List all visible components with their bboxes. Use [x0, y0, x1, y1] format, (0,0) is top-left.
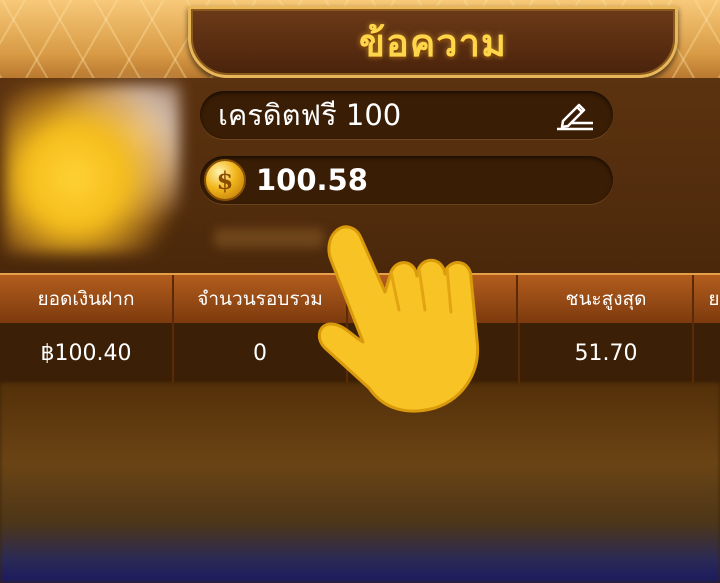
balance-field: $ 100.58: [200, 156, 613, 204]
pencil-edit-icon[interactable]: [555, 99, 595, 131]
dialog-title: ข้อความ: [359, 20, 507, 65]
header-deposit: ยอดเงินฝาก: [0, 275, 174, 323]
title-plate: ข้อความ: [188, 6, 678, 78]
cell-deposit: ฿100.40: [0, 323, 174, 383]
username-field: เครดิตฟรี 100: [200, 91, 613, 139]
username-label: เครดิตฟรี 100: [218, 98, 402, 132]
header-col5: ย: [708, 288, 720, 310]
dialog-header: ข้อความ: [0, 0, 720, 81]
avatar: [4, 84, 180, 254]
cell-col5: [694, 323, 720, 383]
balance-value: 100.58: [256, 163, 368, 197]
coin-icon: $: [204, 159, 246, 201]
header-max-win: ชนะสูงสุด: [520, 275, 694, 323]
cell-max-win: 51.70: [520, 323, 694, 383]
pointing-hand-icon: [317, 225, 480, 413]
